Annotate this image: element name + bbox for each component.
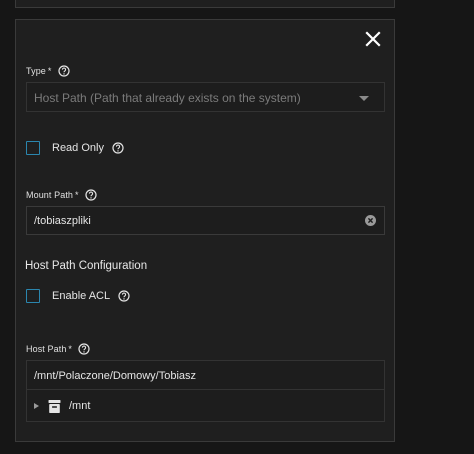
- enable-acl-checkbox[interactable]: [26, 289, 40, 303]
- host-path-volume-card: Type * Host Path (Path that already exist…: [15, 19, 395, 442]
- previous-card-edge: [15, 0, 395, 8]
- help-icon[interactable]: [85, 189, 97, 201]
- help-icon[interactable]: [57, 65, 70, 77]
- mount-path-label-row: Mount Path *: [26, 187, 97, 203]
- clear-icon[interactable]: [365, 215, 376, 226]
- tree-node-mnt[interactable]: /mnt: [27, 390, 384, 422]
- close-icon[interactable]: [363, 29, 383, 49]
- enable-acl-label: Enable ACL: [52, 290, 111, 302]
- read-only-checkbox[interactable]: [26, 141, 40, 155]
- host-path-label-row: Host Path *: [26, 341, 90, 357]
- host-path-label: Host Path *: [26, 344, 73, 354]
- type-label-row: Type *: [26, 63, 70, 79]
- type-select-value: Host Path (Path that already exists on t…: [34, 91, 301, 105]
- read-only-label: Read Only: [52, 142, 104, 154]
- mount-path-label: Mount Path *: [26, 190, 79, 200]
- tree-expand-arrow-icon[interactable]: [34, 403, 39, 409]
- dataset-icon: [47, 399, 62, 414]
- mount-path-input[interactable]: /tobiaszpliki: [26, 206, 385, 235]
- type-select[interactable]: Host Path (Path that already exists on t…: [26, 82, 385, 112]
- type-label: Type *: [26, 66, 52, 76]
- host-path-explorer: /mnt/Polaczone/Domowy/Tobiasz /mnt: [26, 360, 385, 422]
- mount-path-value: /tobiaszpliki: [34, 215, 91, 227]
- help-icon[interactable]: [118, 290, 130, 302]
- tree-node-label: /mnt: [69, 400, 91, 412]
- dropdown-caret-icon: [359, 96, 369, 101]
- enable-acl-row: Enable ACL: [26, 288, 130, 304]
- host-path-value: /mnt/Polaczone/Domowy/Tobiasz: [34, 370, 197, 382]
- read-only-row: Read Only: [26, 140, 124, 156]
- help-icon[interactable]: [112, 142, 124, 154]
- help-icon[interactable]: [78, 343, 90, 355]
- host-path-input[interactable]: /mnt/Polaczone/Domowy/Tobiasz: [27, 361, 384, 390]
- host-path-configuration-heading: Host Path Configuration: [25, 260, 148, 272]
